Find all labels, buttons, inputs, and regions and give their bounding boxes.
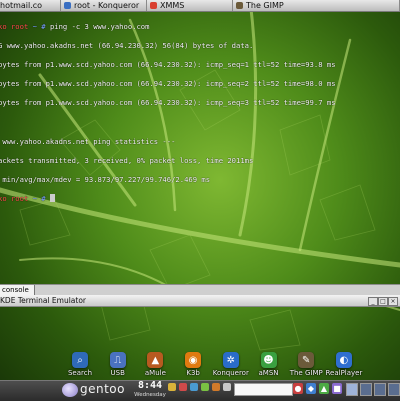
konqueror-icon xyxy=(64,2,71,9)
k3b-icon: ◉ xyxy=(185,352,202,368)
panel-clock[interactable]: 8:44 Wednesday xyxy=(134,380,166,400)
prompt-user: ko root xyxy=(0,21,29,31)
dock-item-usb[interactable]: ⎍ USB xyxy=(100,352,136,380)
tab-label: XMMS xyxy=(160,1,185,10)
panel-search-field[interactable] xyxy=(234,383,293,396)
tab-label: The GIMP xyxy=(246,1,284,10)
terminal-line: ackets transmitted, 3 received, 0% packe… xyxy=(0,155,254,165)
dock-label: aMule xyxy=(144,369,166,377)
dock-item-k3b[interactable]: ◉ K3b xyxy=(175,352,211,380)
prompt-dir: ~ # xyxy=(28,21,50,31)
window-tab-gimp[interactable]: The GIMP xyxy=(233,0,400,11)
kde-terminal-titlebar[interactable]: KDE Terminal Emulator _ □ × xyxy=(0,295,400,307)
dock-item-gimp[interactable]: ✎ The GIMP xyxy=(288,352,324,380)
command-text: ping -c 3 www.yahoo.com xyxy=(49,21,150,31)
xmms-icon xyxy=(150,2,157,9)
amule-icon: ▲ xyxy=(147,352,164,368)
terminal-output[interactable]: ko root ~ # ping -c 3 www.yahoo.com G ww… xyxy=(0,12,400,213)
system-tray xyxy=(168,383,231,391)
panel-app-icon[interactable]: ■ xyxy=(332,383,342,394)
desktop-4-button[interactable] xyxy=(388,383,400,396)
dock-item-amule[interactable]: ▲ aMule xyxy=(137,352,173,380)
desktop-1-button[interactable] xyxy=(346,383,358,396)
dock-item-konqueror[interactable]: ✲ Konqueror xyxy=(213,352,249,380)
clock-day: Wednesday xyxy=(134,392,166,398)
window-tab-konqueror[interactable]: root - Konqueror xyxy=(61,0,147,11)
terminal-line: ko root ~ # ping -c 3 www.yahoo.com xyxy=(0,22,400,32)
terminal-line: bytes from p1.www.scd.yahoo.com (66.94.2… xyxy=(0,98,336,108)
tray-app-icon[interactable] xyxy=(201,383,209,391)
panel-app-icon[interactable]: ◆ xyxy=(306,383,316,394)
usb-icon: ⎍ xyxy=(109,352,126,368)
window-tab-xmms[interactable]: XMMS xyxy=(147,0,233,11)
app-launcher-dock: ⌕ Search ⎍ USB ▲ aMule ◉ K3b ✲ Konqueror… xyxy=(62,352,362,380)
tray-app-icon[interactable] xyxy=(168,383,176,391)
gentoo-brand: gentoo xyxy=(80,382,125,396)
dock-label: Search xyxy=(67,369,93,377)
prompt-user: ko root xyxy=(0,194,29,204)
tray-app-icon[interactable] xyxy=(223,383,231,391)
gimp-icon xyxy=(236,2,243,9)
prompt-dir: ~ # xyxy=(28,194,50,204)
terminal-line: bytes from p1.www.scd.yahoo.com (66.94.2… xyxy=(0,59,336,69)
dock-label: Konqueror xyxy=(212,369,249,377)
clock-time: 8:44 xyxy=(137,380,163,391)
terminal-line: min/avg/max/mdev = 93.873/97.227/99.746/… xyxy=(0,175,211,185)
terminal-line: ko root ~ # xyxy=(0,194,400,204)
amsn-icon: ☻ xyxy=(260,352,277,368)
dock-label: The GIMP xyxy=(289,369,323,377)
close-button[interactable]: × xyxy=(388,297,398,306)
desktop-pager xyxy=(346,383,400,396)
tab-label: root - Konqueror xyxy=(74,1,140,10)
dock-label: USB xyxy=(110,369,125,377)
minimize-button[interactable]: _ xyxy=(368,297,378,306)
panel-app-icon[interactable]: ▲ xyxy=(319,383,329,394)
terminal-line: www.yahoo.akadns.net ping statistics --- xyxy=(0,136,176,146)
desktop-2-button[interactable] xyxy=(360,383,372,396)
tray-app-icon[interactable] xyxy=(179,383,187,391)
terminal-line: G www.yahoo.akadns.net (66.94.230.32) 56… xyxy=(0,40,254,50)
dock-label: aMSN xyxy=(258,369,279,377)
dock-label: K3b xyxy=(186,369,200,377)
window-title: KDE Terminal Emulator xyxy=(0,296,86,305)
dock-item-amsn[interactable]: ☻ aMSN xyxy=(251,352,287,380)
maximize-button[interactable]: □ xyxy=(378,297,388,306)
desktop-3-button[interactable] xyxy=(374,383,386,396)
terminal-line: bytes from p1.www.scd.yahoo.com (66.94.2… xyxy=(0,79,336,89)
terminal-cursor xyxy=(49,194,55,203)
realplayer-icon: ◐ xyxy=(335,352,352,368)
search-icon: ⌕ xyxy=(72,352,88,368)
tab-label: hotmail.co xyxy=(0,1,43,10)
tray-app-icon[interactable] xyxy=(212,383,220,391)
gimp-icon: ✎ xyxy=(298,352,315,368)
window-tab-hotmail[interactable]: hotmail.co xyxy=(0,0,61,11)
dock-item-search[interactable]: ⌕ Search xyxy=(62,352,98,380)
dock-item-realplayer[interactable]: ◐ RealPlayer xyxy=(325,352,363,380)
tab-console-1[interactable]: console 1 xyxy=(0,285,35,304)
gentoo-logo-icon[interactable] xyxy=(62,383,78,397)
konqueror-icon: ✲ xyxy=(222,352,239,368)
panel-app-icon[interactable]: ● xyxy=(293,383,303,394)
window-list-bar: hotmail.co root - Konqueror XMMS The GIM… xyxy=(0,0,400,12)
dock-label: RealPlayer xyxy=(325,369,363,377)
tray-app-icon[interactable] xyxy=(190,383,198,391)
